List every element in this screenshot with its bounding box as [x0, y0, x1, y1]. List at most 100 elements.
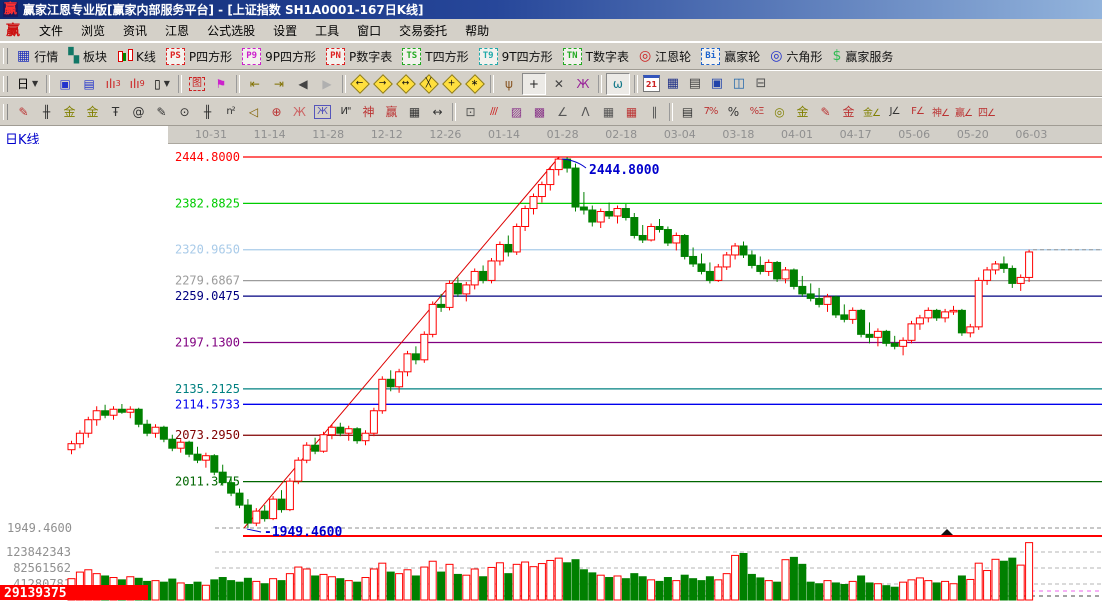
crosshair-button[interactable]: +: [522, 73, 546, 95]
seven-percent-button[interactable]: 7%: [700, 101, 721, 122]
t-number-table-button[interactable]: TNT数字表: [558, 45, 634, 67]
menu-item-settings[interactable]: 设置: [264, 20, 306, 41]
gann-grid-box-button[interactable]: 图: [186, 74, 208, 94]
span-measure-button[interactable]: ↔: [427, 101, 448, 122]
nav-last-button[interactable]: ⇥: [268, 74, 290, 94]
f-angle-button[interactable]: F∠: [907, 101, 928, 122]
angle-line-button[interactable]: ∠: [552, 101, 573, 122]
boxed-web-button[interactable]: Ж: [312, 101, 333, 122]
count-ruler-button[interactable]: ▦: [404, 101, 425, 122]
wave-count-button[interactable]: И": [335, 101, 356, 122]
fan-in-box-button[interactable]: ▨: [506, 101, 527, 122]
kline-combine-9-button[interactable]: ılı9: [126, 74, 148, 94]
gann-move-right-button[interactable]: →: [374, 74, 393, 93]
kline-combine-3-button[interactable]: ılı3: [102, 74, 124, 94]
nav-first-button[interactable]: ⇤: [244, 74, 266, 94]
menu-item-formula-stock-pick[interactable]: 公式选股: [198, 20, 264, 41]
percent-scale-button[interactable]: ▤: [677, 101, 698, 122]
measure-cut-button[interactable]: ✕: [548, 74, 570, 94]
price-ruler-button[interactable]: ╫: [197, 101, 218, 122]
gold-wave-button[interactable]: 金: [838, 101, 859, 122]
winner-wheel-button[interactable]: Bi赢家轮: [696, 45, 765, 67]
winner-tool-button[interactable]: 赢: [381, 101, 402, 122]
gann-move-left-button[interactable]: ←: [351, 74, 370, 93]
calendar-icon[interactable]: 21: [643, 75, 660, 92]
gann-expand-button[interactable]: +: [443, 74, 462, 93]
grid-lines-red-button[interactable]: ▦: [621, 101, 642, 122]
t-square-button[interactable]: TST四方形: [397, 45, 473, 67]
grid-lines-red-icon: ▦: [626, 105, 637, 119]
fan-in-square-button[interactable]: ▩: [529, 101, 550, 122]
save-data-icon[interactable]: ▣: [708, 75, 726, 92]
gold-angle-button[interactable]: 金∠: [861, 101, 882, 122]
magic-angle-button[interactable]: 神∠: [930, 101, 951, 122]
multi-window-button[interactable]: ▣: [54, 74, 76, 94]
winner-angle-button[interactable]: 赢∠: [953, 101, 974, 122]
gold-pen-button[interactable]: ✎: [815, 101, 836, 122]
menu-item-news[interactable]: 资讯: [114, 20, 156, 41]
gold-channel-button[interactable]: 金: [792, 101, 813, 122]
web-pattern-button[interactable]: Ж: [572, 74, 594, 94]
gann-fan-button[interactable]: ///: [483, 101, 504, 122]
info-list-button[interactable]: ▤: [78, 74, 100, 94]
quotes-button[interactable]: ▦行情: [12, 45, 63, 67]
gann-compass-button[interactable]: ⊕: [266, 101, 287, 122]
notebook-icon[interactable]: ▤: [686, 75, 704, 92]
gann-stretch-button[interactable]: ↔: [397, 74, 416, 93]
gann-center-button[interactable]: ∗: [466, 74, 485, 93]
9p-square-button[interactable]: P99P四方形: [237, 45, 321, 67]
9t-square-button[interactable]: T99T四方形: [474, 45, 558, 67]
net-download-icon[interactable]: ◫: [730, 75, 748, 92]
draw-knife-button[interactable]: ✎: [13, 101, 34, 122]
box-partition-button[interactable]: ⊡: [460, 101, 481, 122]
nav-prev-button[interactable]: ◀: [292, 74, 314, 94]
nav-next-button[interactable]: ▶: [316, 74, 338, 94]
remote-service-icon[interactable]: ⊟: [752, 75, 770, 92]
menu-item-help[interactable]: 帮助: [456, 20, 498, 41]
four-angle-button[interactable]: 四∠: [976, 101, 997, 122]
marker-pen-button[interactable]: ✎: [151, 101, 172, 122]
menu-item-browse[interactable]: 浏览: [72, 20, 114, 41]
candle-style-dropdown[interactable]: ▯▼: [151, 74, 173, 94]
spider-web-button[interactable]: Ж: [289, 101, 310, 122]
menu-item-trade-entrust[interactable]: 交易委托: [390, 20, 456, 41]
gann-time-ruler-button[interactable]: ╫: [36, 101, 57, 122]
menu-item-file[interactable]: 文件: [30, 20, 72, 41]
time-cycle-circle-button[interactable]: ⊙: [174, 101, 195, 122]
winner-service-button[interactable]: $赢家服务: [827, 45, 898, 67]
gann-brain-button[interactable]: ω: [606, 73, 630, 95]
p-number-table-button[interactable]: PNP数字表: [321, 45, 397, 67]
kline-chart[interactable]: 2444.80002382.88252320.96502279.68672259…: [0, 144, 1102, 601]
chart-area[interactable]: 2444.80002382.88252320.96502279.68672259…: [0, 144, 1102, 601]
spiral-calendar-button[interactable]: @: [128, 101, 149, 122]
gold-ratio-time-button[interactable]: 金: [59, 101, 80, 122]
mirror-marker-button[interactable]: ◁: [243, 101, 264, 122]
gann-compress-button[interactable]: ╳: [420, 74, 439, 93]
percent-tool-button[interactable]: %: [723, 101, 744, 122]
date-strip[interactable]: 10-3111-1411-2812-1212-2601-1401-2802-18…: [168, 126, 1102, 144]
square-of-nine-button[interactable]: n²: [220, 101, 241, 122]
winner-service-icon: $: [832, 49, 841, 63]
magic-tool-button[interactable]: 神: [358, 101, 379, 122]
calculator-icon[interactable]: ▦: [664, 75, 682, 92]
menu-item-window[interactable]: 窗口: [348, 20, 390, 41]
j-angle-button[interactable]: J∠: [884, 101, 905, 122]
hexagon-button[interactable]: ◎六角形: [765, 45, 827, 67]
parallel-lines-button[interactable]: ∥: [644, 101, 665, 122]
gann-wheel-button[interactable]: ◎江恩轮: [634, 45, 696, 67]
fibonacci-lines-button[interactable]: Ŧ: [105, 101, 126, 122]
hand-drag-button[interactable]: ψ: [498, 74, 520, 94]
p-square-button[interactable]: PSP四方形: [161, 45, 237, 67]
kline-button[interactable]: K线: [112, 45, 161, 67]
v-reversal-button[interactable]: Ʌ: [575, 101, 596, 122]
t-square-icon: TS: [402, 48, 421, 65]
grid-lines-button[interactable]: ▦: [598, 101, 619, 122]
gold-circle-button[interactable]: ◎: [769, 101, 790, 122]
flag-analysis-button[interactable]: ⚑: [210, 74, 232, 94]
period-day-dropdown[interactable]: 日▼: [14, 74, 41, 94]
percent-lines-button[interactable]: %Ξ: [746, 101, 767, 122]
sectors-button[interactable]: ▚板块: [63, 45, 112, 67]
menu-item-tools[interactable]: 工具: [306, 20, 348, 41]
menu-item-gann[interactable]: 江恩: [156, 20, 198, 41]
gold-ratio-price-button[interactable]: 金: [82, 101, 103, 122]
